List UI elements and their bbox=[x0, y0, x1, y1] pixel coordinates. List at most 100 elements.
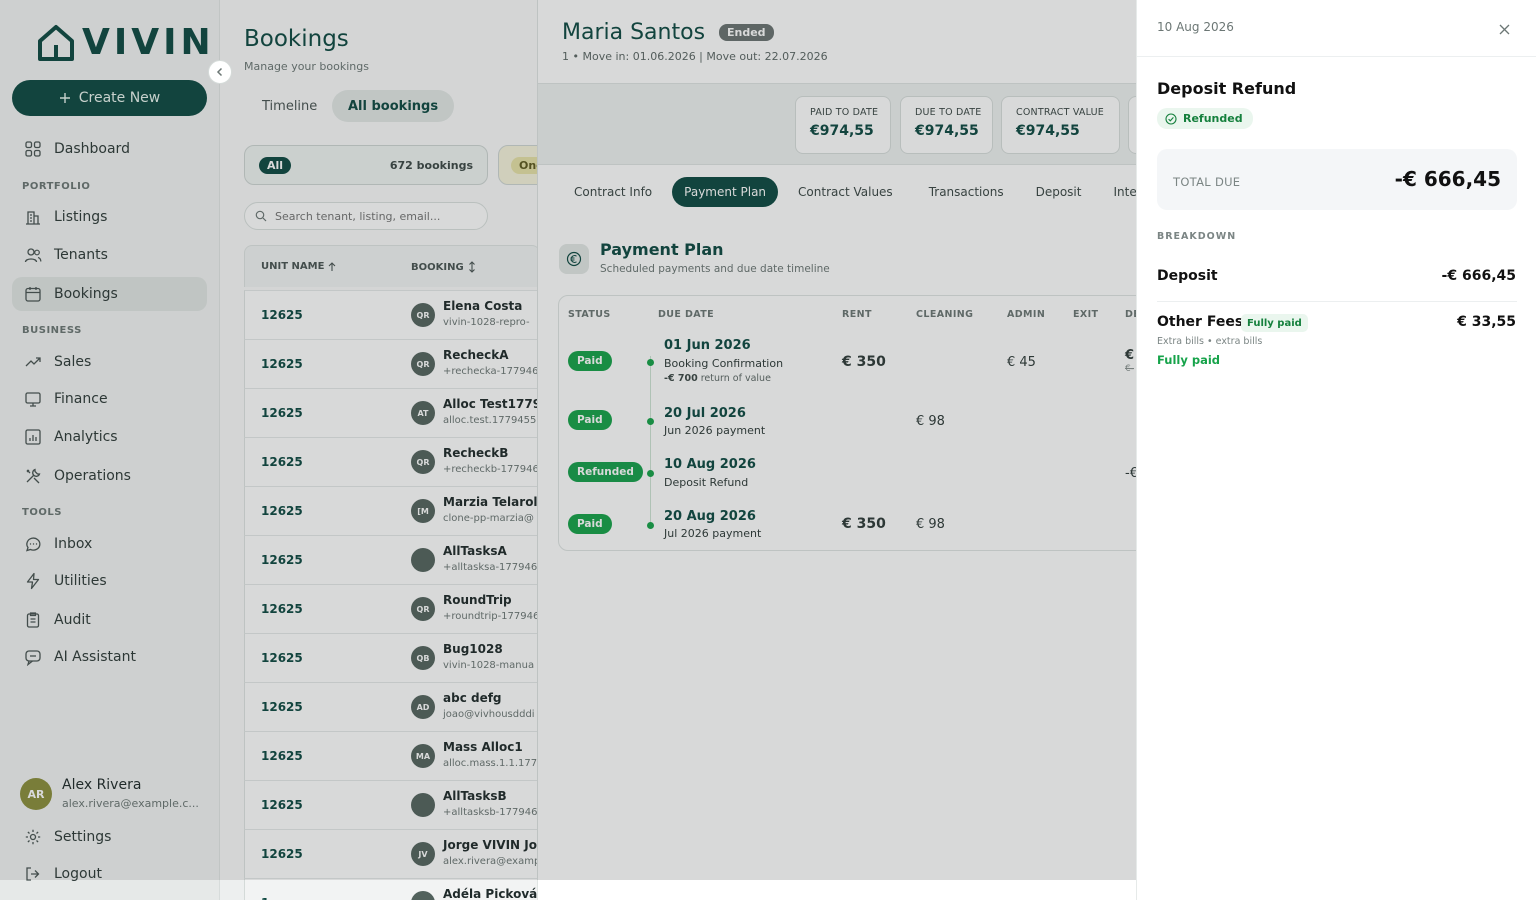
sidebar-item-dashboard[interactable]: Dashboard bbox=[12, 132, 207, 166]
avatar: MA bbox=[411, 744, 435, 768]
sidebar-item-tenants[interactable]: Tenants bbox=[12, 238, 207, 272]
unit-name: 12625 bbox=[261, 700, 303, 714]
sidebar-item-settings[interactable]: Settings bbox=[12, 820, 207, 854]
sidebar-item-analytics[interactable]: Analytics bbox=[12, 420, 207, 454]
sidebar-item-label: Inbox bbox=[54, 536, 93, 552]
tab-transactions[interactable]: Transactions bbox=[917, 177, 1016, 207]
tab-contract-values[interactable]: Contract Values bbox=[786, 177, 905, 207]
sidebar-item-label: Listings bbox=[54, 209, 108, 225]
sidebar-item-inbox[interactable]: Inbox bbox=[12, 527, 207, 561]
unit-name: 12625 bbox=[261, 504, 303, 518]
booking-email: alloc.test.1779455 bbox=[443, 415, 537, 426]
tab-contract-info[interactable]: Contract Info bbox=[562, 177, 664, 207]
column-status: STATUS bbox=[568, 309, 611, 320]
table-row[interactable]: 12625 JV Jorge VIVIN Jo alex.rivera@examp bbox=[244, 829, 540, 878]
tab-deposit[interactable]: Deposit bbox=[1024, 177, 1094, 207]
drawer-title: Deposit Refund bbox=[1157, 79, 1297, 98]
tab-all-bookings[interactable]: All bookings bbox=[332, 90, 455, 122]
kpi-contract-value: CONTRACT VALUE €974,55 bbox=[1001, 96, 1120, 154]
close-button[interactable] bbox=[1495, 20, 1513, 38]
due-date[interactable]: 20 Jul 2026 bbox=[664, 406, 746, 421]
house-logo-icon bbox=[38, 24, 74, 61]
unit-name: 12625 bbox=[261, 798, 303, 812]
bar-chart-icon bbox=[25, 429, 41, 445]
booking-name: AllTasksB bbox=[443, 789, 507, 803]
total-due-card: TOTAL DUE -€ 666,45 bbox=[1157, 149, 1517, 210]
sidebar-item-label: Audit bbox=[54, 612, 91, 628]
table-row[interactable]: 12625 MA Mass Alloc1 alloc.mass.1.1.1779 bbox=[244, 731, 540, 780]
sidebar-item-listings[interactable]: Listings bbox=[12, 200, 207, 234]
collapse-sidebar-button[interactable] bbox=[208, 60, 232, 84]
avatar: QB bbox=[411, 646, 435, 670]
search-icon bbox=[255, 210, 267, 222]
gear-icon bbox=[25, 829, 41, 845]
sidebar-item-utilities[interactable]: Utilities bbox=[12, 564, 207, 598]
timeline-dot bbox=[647, 418, 654, 425]
sidebar-item-bookings[interactable]: Bookings bbox=[12, 277, 207, 311]
sidebar: VIVIN Create New Dashboard PORTFOLIO Lis… bbox=[0, 0, 232, 900]
sidebar-item-audit[interactable]: Audit bbox=[12, 603, 207, 637]
table-row[interactable]: 12625 QR RecheckB +recheckb-177946 bbox=[244, 437, 540, 486]
avatar bbox=[411, 548, 435, 572]
sidebar-item-finance[interactable]: Finance bbox=[12, 382, 207, 416]
drawer-date: 10 Aug 2026 bbox=[1157, 20, 1234, 34]
breakdown-item-label: Other Fees bbox=[1157, 314, 1244, 330]
table-row[interactable]: 12625 AD abc defg joao@vivhousdddi bbox=[244, 682, 540, 731]
kpi-due-to-date: DUE TO DATE €974,55 bbox=[900, 96, 993, 154]
table-row[interactable]: 12625 AllTasksA +alltasksa-177946 bbox=[244, 535, 540, 584]
tab-timeline[interactable]: Timeline bbox=[246, 90, 333, 122]
sort-icon bbox=[468, 261, 475, 273]
due-date[interactable]: 20 Aug 2026 bbox=[664, 509, 756, 524]
note-amount: -€ 700 bbox=[664, 373, 698, 384]
sidebar-item-operations[interactable]: Operations bbox=[12, 459, 207, 493]
table-row[interactable]: 12625 QR RoundTrip +roundtrip-177946 bbox=[244, 584, 540, 633]
sidebar-item-logout[interactable]: Logout bbox=[12, 857, 207, 891]
fully-paid-chip: Fully paid bbox=[1241, 314, 1308, 332]
filter-ongoing-card[interactable]: Ong bbox=[498, 145, 540, 185]
status-badge-refunded: Refunded bbox=[568, 462, 643, 482]
booking-email: +alltasksa-177946 bbox=[443, 562, 538, 573]
table-row[interactable]: 12625 QB Bug1028 vivin-1028-manua bbox=[244, 633, 540, 682]
deposit-value: € bbox=[1125, 348, 1135, 363]
table-row[interactable]: 1 AP Adéla Picková bbox=[244, 878, 540, 900]
bookings-list-pane: Bookings Manage your bookings Timeline A… bbox=[220, 0, 540, 900]
table-row[interactable]: 12625 AllTasksB +alltasksb-177946 bbox=[244, 780, 540, 829]
create-new-button[interactable]: Create New bbox=[12, 80, 207, 116]
search-input[interactable] bbox=[275, 209, 475, 223]
filter-all-card[interactable]: All 672 bookings bbox=[244, 145, 488, 185]
chevron-left-icon bbox=[216, 67, 223, 77]
sidebar-item-label: Bookings bbox=[54, 286, 118, 302]
kpi-value: €974,55 bbox=[810, 123, 874, 139]
sidebar-item-label: AI Assistant bbox=[54, 649, 136, 665]
user-avatar[interactable]: AR bbox=[20, 778, 52, 810]
clipboard-icon bbox=[26, 612, 40, 628]
create-new-label: Create New bbox=[78, 90, 161, 106]
sidebar-item-ai-assistant[interactable]: AI Assistant bbox=[12, 640, 207, 674]
search-box bbox=[244, 202, 488, 230]
table-row[interactable]: 12625 [M Marzia Telaroli clone-pp-marzia@ bbox=[244, 486, 540, 535]
avatar: AT bbox=[411, 401, 435, 425]
filter-ongoing-pill: Ong bbox=[511, 156, 540, 174]
due-date[interactable]: 10 Aug 2026 bbox=[664, 457, 756, 472]
sidebar-item-label: Settings bbox=[54, 829, 112, 845]
sidebar-item-label: Tenants bbox=[54, 247, 108, 263]
table-row[interactable]: 12625 QR Elena Costa vivin-1028-repro- bbox=[244, 290, 540, 339]
breakdown-item-label: Deposit bbox=[1157, 268, 1218, 284]
table-row[interactable]: 12625 AT Alloc Test17794 alloc.test.1779455 bbox=[244, 388, 540, 437]
tab-payment-plan[interactable]: Payment Plan bbox=[672, 177, 779, 207]
column-unit-name[interactable]: UNIT NAME bbox=[261, 261, 336, 272]
column-booking[interactable]: BOOKING bbox=[411, 261, 476, 273]
booking-detail-panel: Maria Santos Ended 1 • Move in: 01.06.20… bbox=[537, 0, 1157, 900]
payment-note: -€ 700 return of value bbox=[664, 373, 771, 384]
booking-email: +alltasksb-177946 bbox=[443, 807, 538, 818]
user-email: alex.rivera@example.c... bbox=[62, 797, 199, 810]
section-business: BUSINESS bbox=[22, 325, 82, 336]
booking-name: Adéla Picková bbox=[443, 887, 538, 900]
calendar-icon bbox=[25, 287, 41, 302]
avatar: QR bbox=[411, 450, 435, 474]
note-text: return of value bbox=[697, 373, 771, 384]
table-row[interactable]: 12625 QR RecheckA +rechecka-177946 bbox=[244, 339, 540, 388]
sidebar-item-sales[interactable]: Sales bbox=[12, 345, 207, 379]
due-date[interactable]: 01 Jun 2026 bbox=[664, 338, 751, 353]
logo[interactable]: VIVIN bbox=[36, 22, 215, 63]
